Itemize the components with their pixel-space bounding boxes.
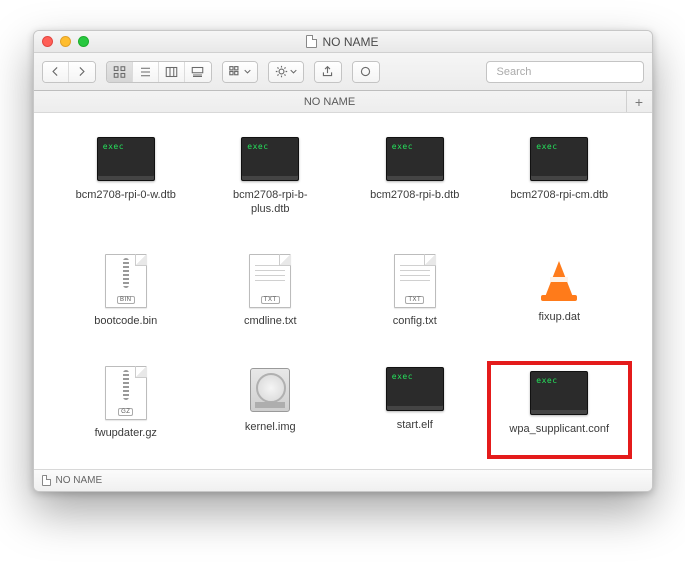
file-item[interactable]: exec bcm2708-rpi-cm.dtb xyxy=(487,131,632,235)
exec-icon: exec xyxy=(384,365,446,413)
file-name: bcm2708-rpi-cm.dtb xyxy=(510,189,608,203)
nav-buttons xyxy=(42,61,96,83)
exec-icon: exec xyxy=(95,135,157,183)
path-bar-label[interactable]: NO NAME xyxy=(56,475,103,486)
file-item[interactable]: exec bcm2708-rpi-0-w.dtb xyxy=(54,131,199,235)
share-icon xyxy=(321,65,334,78)
exec-icon: exec xyxy=(528,369,590,417)
tab-bar: NO NAME + xyxy=(34,91,652,113)
exec-icon: exec xyxy=(239,135,301,183)
hdd-icon xyxy=(239,365,301,415)
file-item[interactable]: exec bcm2708-rpi-b-plus.dtb xyxy=(198,131,343,235)
share-button[interactable] xyxy=(315,62,341,82)
icon-grid[interactable]: exec bcm2708-rpi-0-w.dtb exec bcm2708-rpi-b… xyxy=(34,113,652,469)
columns-icon xyxy=(164,66,179,78)
file-item[interactable]: TXT config.txt xyxy=(343,249,488,347)
titlebar[interactable]: NO NAME xyxy=(34,31,652,53)
window-title-text: NO NAME xyxy=(322,35,378,49)
arrange-icon xyxy=(229,65,242,78)
exec-icon: exec xyxy=(528,135,590,183)
bin-icon: BIN xyxy=(95,253,157,309)
toolbar xyxy=(34,53,652,91)
list-view-button[interactable] xyxy=(133,62,159,82)
file-name: cmdline.txt xyxy=(244,315,297,329)
file-item[interactable]: BIN bootcode.bin xyxy=(54,249,199,347)
search-field[interactable] xyxy=(486,61,644,83)
sd-card-icon xyxy=(306,35,317,48)
file-name: config.txt xyxy=(393,315,437,329)
window-title: NO NAME xyxy=(34,35,652,49)
grid-icon xyxy=(112,66,127,78)
chevron-right-icon xyxy=(75,65,88,78)
tags-button[interactable] xyxy=(353,62,379,82)
tab-label[interactable]: NO NAME xyxy=(34,96,626,108)
file-name: bcm2708-rpi-0-w.dtb xyxy=(76,189,176,203)
file-name: start.elf xyxy=(397,419,433,433)
gallery-view-button[interactable] xyxy=(185,62,211,82)
action-group xyxy=(268,61,304,83)
sd-card-icon xyxy=(42,475,51,486)
file-item[interactable]: fixup.dat xyxy=(487,249,632,347)
file-name: bcm2708-rpi-b.dtb xyxy=(370,189,459,203)
new-tab-button[interactable]: + xyxy=(626,91,652,112)
file-name: fwupdater.gz xyxy=(95,427,157,441)
tag-icon xyxy=(359,65,372,78)
file-item[interactable]: GZ fwupdater.gz xyxy=(54,361,199,459)
chevron-left-icon xyxy=(49,65,62,78)
file-item[interactable]: TXT cmdline.txt xyxy=(198,249,343,347)
chevron-down-icon xyxy=(244,65,251,78)
view-buttons xyxy=(106,61,212,83)
vlc-icon xyxy=(528,253,590,305)
gz-icon: GZ xyxy=(95,365,157,421)
file-item[interactable]: exec bcm2708-rpi-b.dtb xyxy=(343,131,488,235)
arrange-group xyxy=(222,61,258,83)
exec-icon: exec xyxy=(384,135,446,183)
file-name: wpa_supplicant.conf xyxy=(509,423,609,437)
tags-group xyxy=(352,61,380,83)
forward-button[interactable] xyxy=(69,62,95,82)
gear-icon xyxy=(275,65,288,78)
share-group xyxy=(314,61,342,83)
list-icon xyxy=(138,66,153,78)
file-name: kernel.img xyxy=(245,421,296,435)
search-input[interactable] xyxy=(497,66,639,78)
action-button[interactable] xyxy=(269,62,303,82)
finder-window: NO NAME xyxy=(33,30,653,492)
txt-icon: TXT xyxy=(384,253,446,309)
file-item[interactable]: kernel.img xyxy=(198,361,343,459)
chevron-down-icon xyxy=(290,65,297,78)
file-name: bootcode.bin xyxy=(94,315,157,329)
icon-view-button[interactable] xyxy=(107,62,133,82)
file-name: fixup.dat xyxy=(538,311,580,325)
path-bar: NO NAME xyxy=(34,469,652,491)
file-item[interactable]: exec start.elf xyxy=(343,361,488,459)
file-name: bcm2708-rpi-b-plus.dtb xyxy=(215,189,325,217)
arrange-button[interactable] xyxy=(223,62,257,82)
column-view-button[interactable] xyxy=(159,62,185,82)
txt-icon: TXT xyxy=(239,253,301,309)
file-item[interactable]: exec wpa_supplicant.conf xyxy=(487,361,632,459)
back-button[interactable] xyxy=(43,62,69,82)
coverflow-icon xyxy=(190,66,205,78)
